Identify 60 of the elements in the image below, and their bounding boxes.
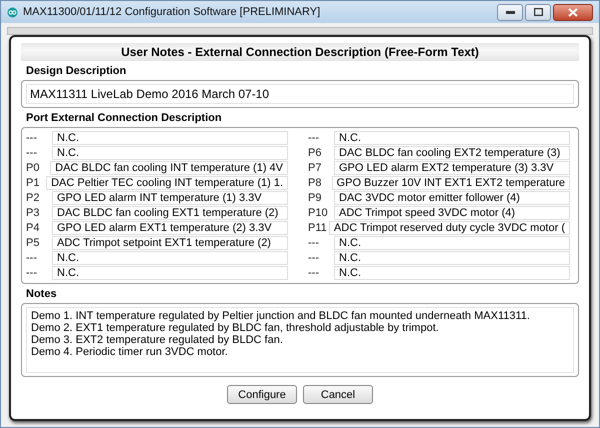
port-label: P9 [308,192,322,204]
port-description-field[interactable]: DAC Peltier TEC cooling INT temperature (1) 1. [46,176,288,190]
port-label: --- [308,236,320,248]
port-label: --- [26,266,38,278]
section-label: Design Description [26,65,128,77]
port-label: P6 [308,146,322,158]
port-label: --- [26,132,38,144]
port-description-field[interactable]: DAC 3VDC motor emitter follower (4) [334,190,570,204]
minimize-icon [506,10,514,14]
port-description-field[interactable]: GPO Buzzer 10V INT EXT1 EXT2 temperature [332,176,570,190]
close-icon [568,8,578,16]
dialog-title: User Notes - External Connection Description (Free-Form Text) [21,43,579,61]
port-label: P3 [26,206,40,218]
port-description-field[interactable]: DAC BLDC fan cooling INT temperature (1) 4V [50,160,288,174]
dialog-button[interactable]: Configure [227,385,297,404]
note-line: Demo 4. Periodic timer run 3VDC motor. [31,346,229,358]
port-label: P0 [26,162,40,174]
note-line: Demo 3. EXT2 temperature regulated by BLDC fan. [31,334,284,346]
port-description-field[interactable]: DAC BLDC fan cooling EXT2 temperature (3) [334,146,570,160]
port-label: P10 [308,206,329,218]
port-description-field[interactable]: N.C. [52,146,288,160]
port-label: --- [308,266,320,278]
note-line: Demo 1. INT temperature regulated by Peltier junction and BLDC fan mounted underneath MAX11311. [31,310,531,322]
port-description-field[interactable]: GPO LED alarm EXT1 temperature (2) 3.3V [52,220,288,234]
port-description-field[interactable]: N.C. [334,130,570,144]
port-label: --- [26,252,38,264]
port-label: P7 [308,162,322,174]
port-label: P5 [26,236,40,248]
maximize-icon [534,8,542,16]
notes-field[interactable] [26,307,574,373]
port-description-field[interactable]: N.C. [334,250,570,264]
minimize-button[interactable] [497,4,523,20]
port-description-field[interactable]: ADC Trimpot setpoint EXT1 temperature (2) [52,236,288,250]
port-description-field[interactable]: ADC Trimpot speed 3VDC motor (4) [334,206,570,220]
port-description-field[interactable]: DAC BLDC fan cooling EXT1 temperature (2) [52,206,288,220]
port-label: --- [308,252,320,264]
port-description-field[interactable]: N.C. [334,266,570,280]
port-label: P8 [308,176,322,188]
note-line: Demo 2. EXT1 temperature regulated by BLDC fan, threshold adjustable by trimpot. [31,322,440,334]
port-description-field[interactable]: GPO LED alarm INT temperature (1) 3.3V [52,190,288,204]
port-description-field[interactable]: N.C. [334,236,570,250]
port-description-field[interactable]: N.C. [52,266,288,280]
port-description-field[interactable]: N.C. [52,130,288,144]
port-label: --- [308,132,320,144]
port-label: P2 [26,192,40,204]
port-label: --- [26,146,38,158]
design-description-field[interactable]: MAX11311 LiveLab Demo 2016 March 07-10 [26,84,574,104]
close-button[interactable] [553,4,593,20]
app-logo-icon [7,6,18,18]
window-title: MAX11300/01/11/12 Configuration Software [PRELIMINARY] [23,6,322,18]
port-label: P1 [26,176,40,188]
port-description-field[interactable]: ADC Trimpot reserved duty cycle 3VDC motor ( [328,220,570,234]
section-label: Notes [26,288,58,300]
port-description-field[interactable]: N.C. [52,250,288,264]
port-label: P4 [26,222,40,234]
maximize-button[interactable] [525,4,551,20]
port-description-field[interactable]: GPO LED alarm EXT2 temperature (3) 3.3V [334,160,570,174]
port-label: P11 [308,222,328,234]
dialog-button[interactable]: Cancel [303,385,373,404]
section-label: Port External Connection Description [26,112,223,124]
